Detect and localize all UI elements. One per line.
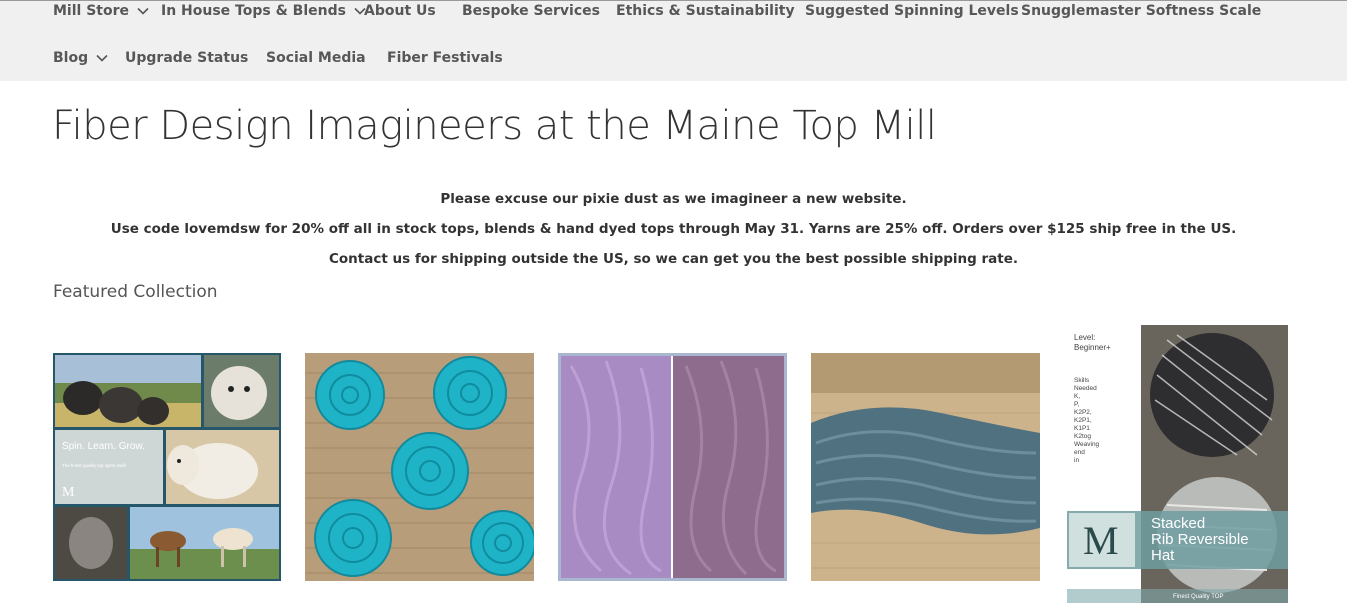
skill-line: K2tog: [1074, 433, 1091, 440]
lavender-yarn-image: [561, 356, 784, 578]
pattern-title-line: Hat: [1151, 547, 1175, 564]
skill-line: K2P1,: [1074, 417, 1092, 424]
main-navigation: Mill Store In House Tops & Blends About …: [0, 1, 1347, 81]
nav-item-about-us[interactable]: About Us: [364, 3, 436, 19]
nav-item-label: Suggested Spinning Levels: [805, 3, 1019, 19]
skill-line: Needed: [1074, 385, 1097, 392]
featured-collection-heading: Featured Collection: [53, 282, 218, 302]
skill-line: Skills: [1074, 377, 1090, 384]
turquoise-fiber-image: [305, 353, 534, 581]
skill-line: Weaving: [1074, 441, 1100, 448]
skill-line: P,: [1074, 401, 1079, 408]
notice-line: Please excuse our pixie dust as we imagi…: [440, 191, 907, 207]
product-tile-spin-learn-grow[interactable]: Spin. Learn. Grow. The finest quality to…: [53, 353, 281, 581]
nav-item-mill-store[interactable]: Mill Store: [53, 3, 150, 19]
nav-item-label: Social Media: [266, 50, 366, 66]
nav-item-spinning-levels[interactable]: Suggested Spinning Levels: [805, 3, 1019, 19]
nav-item-label: Bespoke Services: [462, 3, 600, 19]
skill-line: K,: [1074, 393, 1080, 400]
nav-item-label: In House Tops & Blends: [161, 3, 346, 19]
pattern-footer: Finest Quality TOP: [1173, 594, 1223, 600]
product-tile-slate-yarn[interactable]: [811, 353, 1040, 581]
skill-line: in: [1074, 457, 1079, 464]
product-tile-turquoise-top[interactable]: [305, 353, 534, 581]
nav-item-social-media[interactable]: Social Media: [266, 50, 366, 66]
pattern-title-line: Stacked: [1151, 515, 1205, 532]
collage-image: Spin. Learn. Grow. The finest quality to…: [53, 353, 281, 581]
page-title: Fiber Design Imagineers at the Maine Top…: [52, 103, 937, 149]
nav-item-label: Blog: [53, 50, 89, 66]
product-tile-lavender-yarn[interactable]: [558, 353, 787, 581]
monogram-logo: M: [62, 485, 75, 500]
chevron-down-icon: [96, 54, 108, 62]
skill-line: end: [1074, 449, 1085, 456]
slate-yarn-image: [811, 353, 1040, 581]
nav-item-blog[interactable]: Blog: [53, 50, 109, 66]
collage-overlay-subtitle: The finest quality top spins itself: [62, 463, 127, 468]
nav-item-label: Snugglemaster Softness Scale: [1021, 3, 1262, 19]
pattern-monogram: M: [1083, 518, 1119, 563]
collage-overlay-title: Spin. Learn. Grow.: [62, 441, 145, 452]
chevron-down-icon: [137, 7, 149, 15]
nav-item-label: Mill Store: [53, 3, 129, 19]
nav-item-label: Fiber Festivals: [387, 50, 503, 66]
nav-item-label: About Us: [364, 3, 436, 19]
nav-item-in-house-tops[interactable]: In House Tops & Blends: [161, 3, 367, 19]
hat-pattern-image: Level: Beginner+ Skills Needed K, P, K2P…: [1067, 325, 1288, 603]
pattern-level-label: Level:: [1074, 333, 1095, 342]
notice-line: Use code lovemdsw for 20% off all in sto…: [110, 221, 1237, 237]
pattern-title-line: Rib Reversible: [1151, 531, 1249, 548]
nav-item-softness-scale[interactable]: Snugglemaster Softness Scale: [1021, 3, 1261, 19]
notice-line: Contact us for shipping outside the US, …: [328, 251, 1019, 267]
skill-line: K1P1: [1074, 425, 1090, 432]
nav-item-ethics-sustainability[interactable]: Ethics & Sustainability: [616, 3, 795, 19]
nav-item-upgrade-status[interactable]: Upgrade Status: [125, 50, 248, 66]
nav-item-label: Ethics & Sustainability: [616, 3, 795, 19]
nav-item-fiber-festivals[interactable]: Fiber Festivals: [387, 50, 503, 66]
skill-line: K2P2,: [1074, 409, 1092, 416]
nav-item-label: Upgrade Status: [125, 50, 249, 66]
nav-item-bespoke-services[interactable]: Bespoke Services: [462, 3, 600, 19]
pattern-level-value: Beginner+: [1074, 343, 1111, 352]
product-tile-stacked-rib-hat[interactable]: Level: Beginner+ Skills Needed K, P, K2P…: [1067, 325, 1288, 603]
